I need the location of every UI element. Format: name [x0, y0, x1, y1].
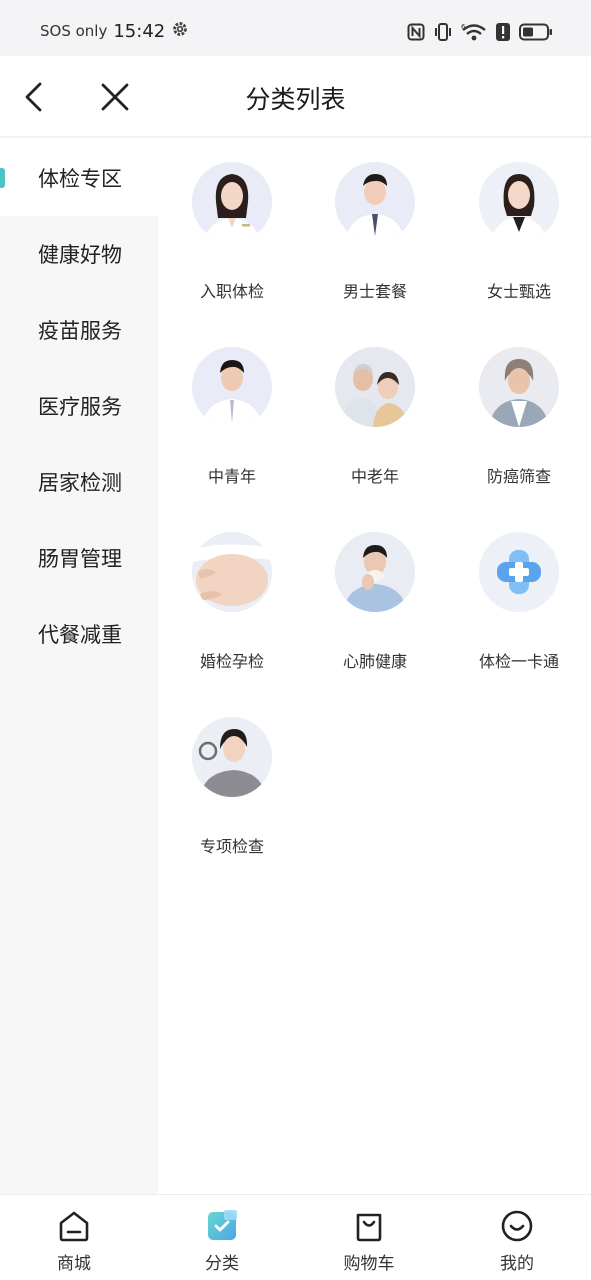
category-item-heart-lung[interactable]: 心肺健康 [303, 532, 447, 692]
sidebar-item-label: 疫苗服务 [38, 319, 122, 343]
vibrate-icon [433, 22, 453, 46]
category-label: 婚检孕检 [199, 652, 264, 671]
sidebar-item-medical[interactable]: 医疗服务 [0, 368, 158, 444]
category-label: 专项检查 [199, 837, 264, 856]
pregnant-belly-photo [192, 532, 272, 612]
nfc-icon [407, 23, 425, 45]
carrier-text: SOS only [40, 22, 108, 40]
network-badge: 6 [461, 23, 466, 31]
tab-cart[interactable]: 购物车 [319, 1209, 419, 1274]
category-item-special-exam[interactable]: 专项检查 [160, 717, 304, 877]
page-title: 分类列表 [245, 85, 346, 114]
tab-mall[interactable]: 商城 [24, 1209, 124, 1274]
category-check-icon [208, 1210, 237, 1240]
settings-icon [171, 20, 189, 42]
sidebar-item-physical-exam[interactable]: 体检专区 [0, 140, 158, 216]
sidebar-item-health-goods[interactable]: 健康好物 [0, 216, 158, 292]
category-label: 男士套餐 [342, 282, 407, 301]
category-item-onboarding-exam[interactable]: 入职体检 [160, 162, 304, 322]
shopping-bag-icon [356, 1213, 382, 1242]
sidebar-item-gut[interactable]: 肠胃管理 [0, 520, 158, 596]
sidebar-item-label: 健康好物 [38, 243, 122, 267]
tab-label: 我的 [500, 1254, 534, 1274]
category-item-middle-elderly[interactable]: 中老年 [303, 347, 447, 507]
category-label: 中老年 [350, 467, 399, 486]
category-item-cancer-screening[interactable]: 防癌筛查 [447, 347, 591, 507]
young-man-professional-photo [335, 162, 415, 242]
category-item-premarital-pregnancy[interactable]: 婚检孕检 [160, 532, 304, 692]
sidebar-item-meal-replacement[interactable]: 代餐减重 [0, 596, 158, 672]
sidebar-item-label: 代餐减重 [38, 623, 122, 647]
tab-label: 购物车 [343, 1254, 395, 1274]
tab-category[interactable]: 分类 [172, 1209, 272, 1274]
woman-professional-photo [479, 162, 559, 242]
home-icon [59, 1211, 89, 1242]
wifi-icon: 6 [461, 22, 487, 46]
category-item-women-select[interactable]: 女士甄选 [447, 162, 591, 322]
status-left: SOS only 15:42 [40, 20, 189, 42]
young-woman-professional-photo [192, 162, 272, 242]
status-bar: SOS only 15:42 6 [0, 0, 591, 56]
sidebar-item-label: 医疗服务 [38, 395, 122, 419]
tab-label: 分类 [205, 1254, 239, 1274]
alert-icon [495, 22, 511, 46]
category-label: 心肺健康 [342, 652, 407, 671]
elderly-woman-photo [479, 347, 559, 427]
medical-cross-icon [479, 532, 559, 612]
sidebar-item-home-test[interactable]: 居家检测 [0, 444, 158, 520]
header: 分类列表 [0, 56, 591, 138]
category-label: 中青年 [207, 467, 256, 486]
bottom-tab-bar: 商城 分类 购物车 我的 [0, 1194, 591, 1280]
category-label: 入职体检 [199, 282, 264, 301]
sidebar-item-vaccine[interactable]: 疫苗服务 [0, 292, 158, 368]
clock-time: 15:42 [113, 20, 166, 42]
sidebar-item-label: 居家检测 [38, 471, 122, 495]
category-label: 体检一卡通 [478, 652, 559, 671]
sidebar-item-label: 肠胃管理 [38, 547, 122, 571]
woman-magnifier-photo [192, 717, 272, 797]
man-coughing-photo [335, 532, 415, 612]
smile-profile-icon [501, 1210, 533, 1242]
category-item-men-package[interactable]: 男士套餐 [303, 162, 447, 322]
elderly-couple-photo [335, 347, 415, 427]
tab-mine[interactable]: 我的 [467, 1209, 567, 1274]
sidebar-item-label: 体检专区 [38, 167, 122, 191]
category-sidebar: 体检专区 健康好物 疫苗服务 医疗服务 居家检测 肠胃管理 代餐减重 [0, 140, 158, 1194]
active-indicator [0, 168, 5, 188]
category-item-young-adult[interactable]: 中青年 [160, 347, 304, 507]
category-item-exam-card[interactable]: 体检一卡通 [447, 532, 591, 692]
category-label: 女士甄选 [486, 282, 551, 301]
battery-icon [519, 23, 553, 45]
category-label: 防癌筛查 [486, 467, 551, 486]
tab-label: 商城 [57, 1254, 91, 1274]
status-right: 6 [407, 22, 553, 46]
man-white-shirt-photo [192, 347, 272, 427]
